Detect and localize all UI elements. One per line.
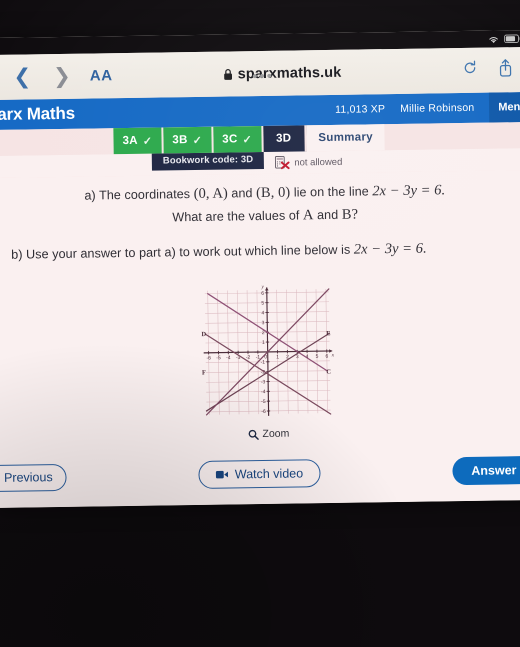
sparx-logo[interactable]: parx Maths xyxy=(0,104,75,125)
tab-3d[interactable]: 3D xyxy=(262,125,307,152)
tab-3b-label: 3B xyxy=(172,134,188,147)
text-size-button[interactable]: AA xyxy=(90,67,113,84)
not-allowed-label: not allowed xyxy=(294,156,343,168)
svg-text:-5: -5 xyxy=(216,356,221,362)
part-a-text-1: The coordinates xyxy=(98,187,191,203)
tab-3c-label: 3C xyxy=(222,133,238,146)
svg-text:-6: -6 xyxy=(261,409,266,415)
answer-label: Answer xyxy=(471,463,517,478)
part-a-lead: a) xyxy=(84,188,96,203)
question-body: a) The coordinates (0, A) and (B, 0) lie… xyxy=(0,169,520,508)
tab-3d-label: 3D xyxy=(275,132,292,145)
tab-3b[interactable]: 3B ✓ xyxy=(163,126,214,154)
answer-button[interactable]: Answer xyxy=(452,455,520,486)
part-b-lead: b) xyxy=(11,247,23,262)
text-size-label: AA xyxy=(89,67,113,85)
user-name[interactable]: Millie Robinson xyxy=(400,102,474,115)
browser-toolbar: ❮ ❯ AA sparxmaths.uk ••• xyxy=(0,46,520,100)
zoom-label: Zoom xyxy=(262,427,290,441)
status-bar-right xyxy=(487,34,520,45)
chevron-left-icon: ❮ xyxy=(0,470,1,485)
web-page: parx Maths 11,013 XP Millie Robinson Men… xyxy=(0,91,520,508)
svg-text:5: 5 xyxy=(261,301,264,307)
svg-text:y: y xyxy=(260,285,264,291)
part-a-and: and xyxy=(231,186,253,201)
watch-video-label: Watch video xyxy=(234,466,304,482)
forward-icon[interactable]: ❯ xyxy=(42,65,82,88)
svg-text:5: 5 xyxy=(315,354,318,360)
svg-text:-4: -4 xyxy=(226,355,231,361)
svg-text:x: x xyxy=(330,353,334,359)
svg-text:-5: -5 xyxy=(261,399,266,405)
part-b-equation: 2x − 3y = 6. xyxy=(353,240,427,258)
menu-button[interactable]: Menu xyxy=(489,91,520,123)
wifi-icon xyxy=(489,36,498,43)
part-a-coord-2: (B, 0) xyxy=(255,184,291,202)
svg-text:-6: -6 xyxy=(206,356,211,362)
svg-text:C: C xyxy=(326,369,331,376)
svg-text:3: 3 xyxy=(261,321,264,327)
part-a-var-A: A xyxy=(302,207,314,224)
calculator-not-allowed: not allowed xyxy=(275,155,342,170)
check-icon: ✓ xyxy=(192,134,203,147)
svg-text:6: 6 xyxy=(325,354,328,360)
question-part-b: b) Use your answer to part a) to work ou… xyxy=(11,236,520,266)
part-a-equation: 2x − 3y = 6. xyxy=(372,182,446,200)
svg-text:1: 1 xyxy=(261,340,264,346)
svg-text:3: 3 xyxy=(295,354,298,360)
part-a-var-B: B? xyxy=(341,207,359,224)
photo-of-tablet-screen: ❮ ❯ AA sparxmaths.uk ••• parx Maths 11,0… xyxy=(0,0,520,647)
video-camera-icon xyxy=(216,470,229,479)
lock-icon xyxy=(224,68,233,80)
footer-bar: ❮ Previous Watch video Answer xyxy=(0,448,520,500)
tab-3c[interactable]: 3C ✓ xyxy=(213,125,264,153)
svg-text:-4: -4 xyxy=(260,390,265,396)
tab-overview-dots[interactable]: ••• xyxy=(252,68,274,85)
calculator-not-allowed-icon xyxy=(275,155,290,170)
tab-3a[interactable]: 3A ✓ xyxy=(113,127,164,155)
xp-counter: 11,013 XP xyxy=(335,103,386,116)
part-a-line2-and: and xyxy=(316,208,339,223)
back-icon[interactable]: ❮ xyxy=(2,65,42,88)
tab-3a-label: 3A xyxy=(122,134,138,148)
previous-button[interactable]: ❮ Previous xyxy=(0,463,67,492)
svg-text:E: E xyxy=(326,331,330,338)
graph-svg: xy-6 -5 -4 -3 -2 -1 0 1 2 3 4 5 6-6-5-4-3-2-1123456C… xyxy=(201,285,334,417)
part-a-line2-pre: What are the values of xyxy=(172,208,300,225)
tablet-screen: ❮ ❯ AA sparxmaths.uk ••• parx Maths 11,0… xyxy=(0,29,520,508)
tab-summary[interactable]: Summary xyxy=(306,124,386,152)
header-right-group: 11,013 XP Millie Robinson Menu xyxy=(335,91,520,125)
previous-label: Previous xyxy=(3,470,53,485)
svg-text:6: 6 xyxy=(261,291,264,297)
svg-text:D: D xyxy=(201,331,206,338)
reload-icon[interactable] xyxy=(452,60,487,82)
part-a-coord-1: (0, A) xyxy=(193,185,228,202)
svg-text:4: 4 xyxy=(261,311,264,317)
svg-text:-3: -3 xyxy=(260,380,265,386)
battery-icon xyxy=(504,34,520,44)
watch-video-button[interactable]: Watch video xyxy=(198,459,321,489)
check-icon: ✓ xyxy=(142,135,153,148)
address-bar[interactable]: sparxmaths.uk xyxy=(112,63,452,84)
magnifier-icon xyxy=(248,429,259,440)
check-icon: ✓ xyxy=(242,133,253,146)
part-b-text: Use your answer to part a) to work out w… xyxy=(25,242,351,262)
svg-text:-1: -1 xyxy=(260,360,265,366)
coordinate-graph[interactable]: x y -6 -5 -4 -3 -2 -1 0 1 2 3 4 5 6 -6 -5 -4 -3 -2 -1 1 2 3 4 5 6 C… xyxy=(190,275,344,429)
svg-text:F: F xyxy=(201,370,205,377)
part-a-text-2: lie on the line xyxy=(293,184,369,200)
svg-text:1: 1 xyxy=(276,355,279,361)
tab-summary-label: Summary xyxy=(318,131,373,145)
share-icon[interactable] xyxy=(487,58,520,83)
